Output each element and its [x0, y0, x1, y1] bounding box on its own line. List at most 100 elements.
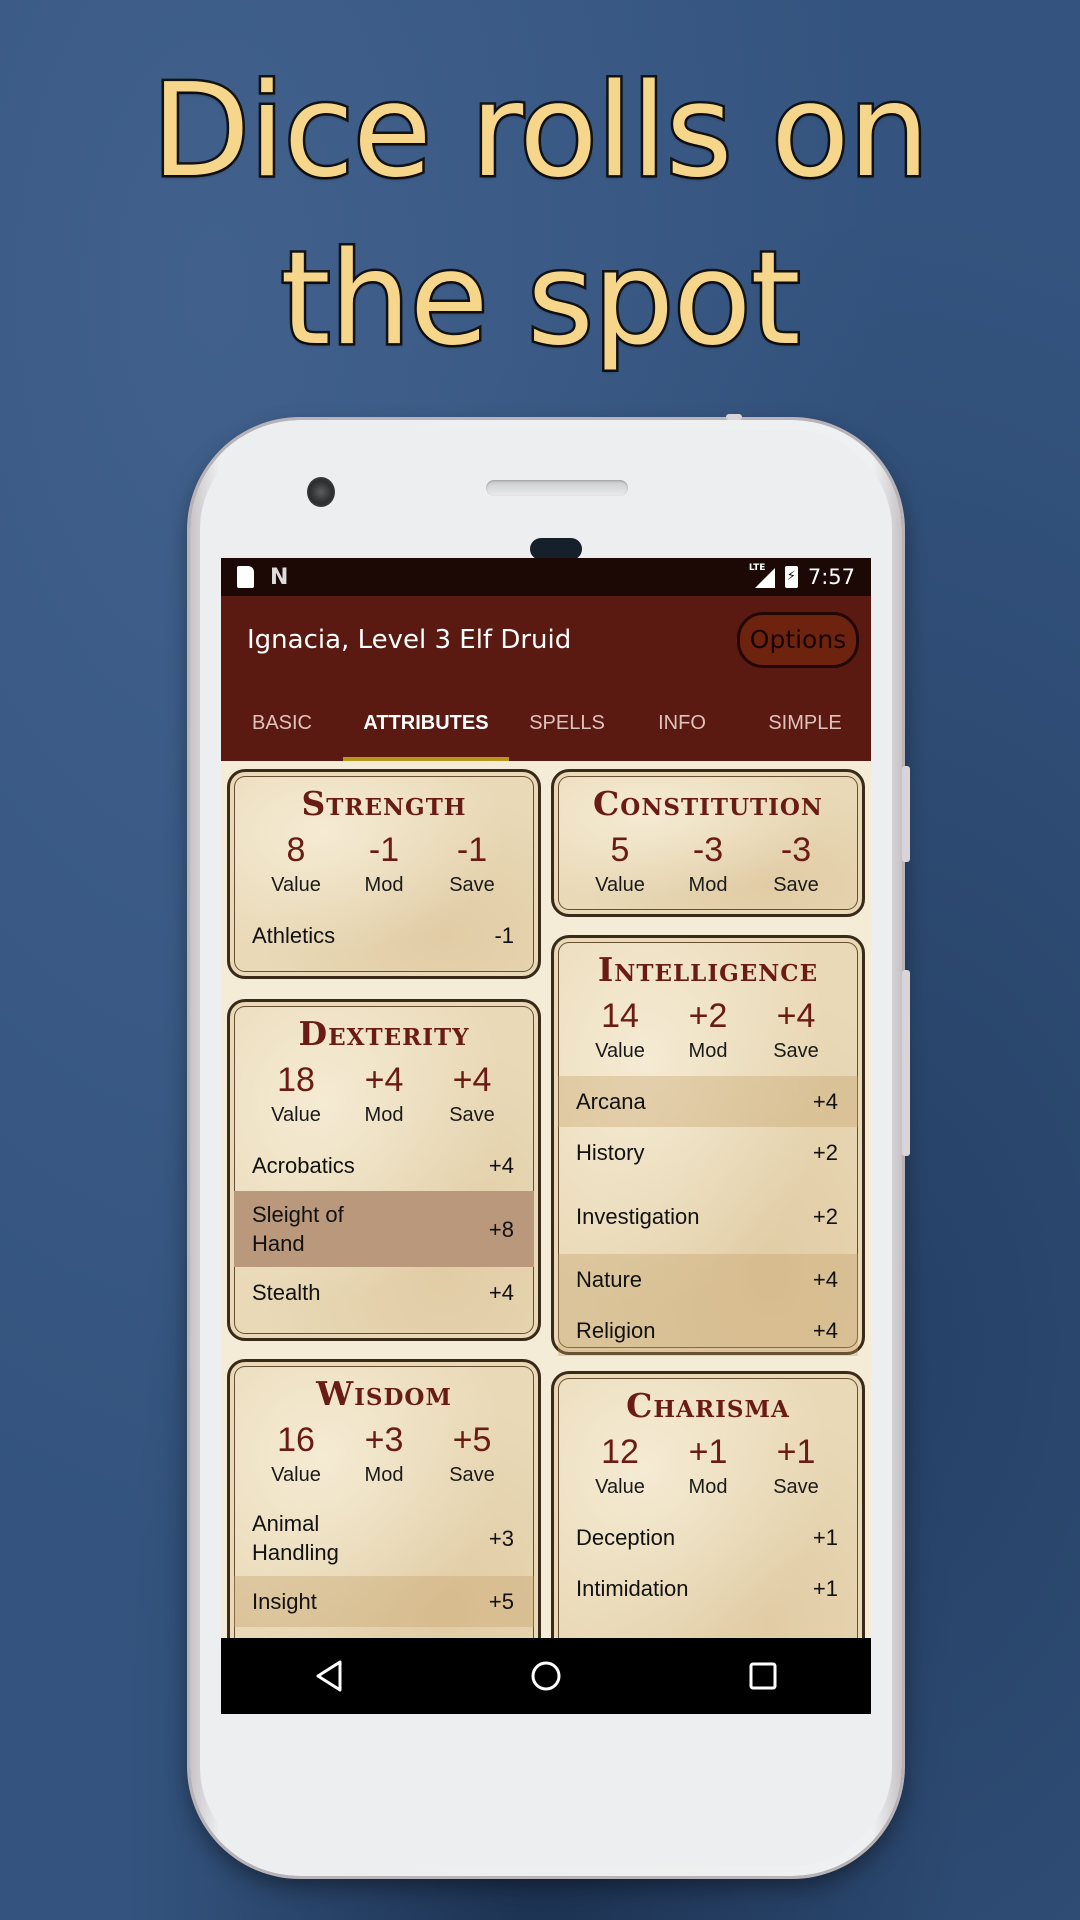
stat-mod-label: Mod [688, 1476, 728, 1498]
stat-value[interactable]: 14 Value [580, 996, 660, 1066]
stat-value[interactable]: 8 Value [256, 830, 336, 900]
stat-value-number: 8 [286, 831, 306, 869]
back-button[interactable] [299, 1651, 359, 1701]
stat-value-label: Value [271, 1464, 321, 1486]
skill-row[interactable]: Athletics -1 [234, 910, 534, 961]
skill-row[interactable]: Deception +1 [558, 1512, 858, 1563]
attribute-card-wisdom[interactable]: Wisdom 16 Value +3 Mod +5 Save Animal Handling +… [227, 1359, 541, 1679]
stat-mod[interactable]: +3 Mod [344, 1420, 424, 1490]
options-button[interactable]: Options [737, 612, 859, 668]
skill-row[interactable]: Acrobatics +4 [234, 1140, 534, 1191]
attribute-stats: 18 Value +4 Mod +4 Save [230, 1060, 538, 1130]
skill-name: Athletics [252, 923, 336, 948]
stat-value[interactable]: 16 Value [256, 1420, 336, 1490]
tab-simple[interactable]: SIMPLE [739, 691, 871, 761]
skill-bonus: +4 [812, 1318, 838, 1343]
stat-save-number: +4 [452, 1061, 492, 1099]
stat-mod-number: +2 [688, 997, 728, 1035]
stat-value-label: Value [271, 874, 321, 896]
stat-save[interactable]: +4 Save [756, 996, 836, 1066]
lte-signal-icon: LTE [749, 563, 775, 588]
tab-spells[interactable]: SPELLS [509, 691, 625, 761]
stat-value-label: Value [595, 874, 645, 896]
skill-bonus: +3 [488, 1525, 514, 1551]
battery-charging-icon: ⚡ [784, 566, 798, 588]
skill-row[interactable]: Sleight of Hand +8 [234, 1191, 534, 1267]
stat-save[interactable]: -3 Save [756, 830, 836, 900]
skill-name: Religion [576, 1318, 656, 1343]
stat-save-label: Save [449, 874, 495, 896]
skill-row[interactable]: Intimidation +1 [558, 1563, 858, 1614]
skill-list: Deception +1 Intimidation +1 [554, 1512, 862, 1614]
stat-save-label: Save [773, 1040, 819, 1062]
attribute-card-dexterity[interactable]: Dexterity 18 Value +4 Mod +4 Save Acrobatics +4 S… [227, 999, 541, 1341]
stat-save-number: -1 [456, 831, 488, 869]
stat-mod[interactable]: +4 Mod [344, 1060, 424, 1130]
promo-headline: Dice rolls on the spot [0, 48, 1080, 384]
skill-list: Animal Handling +3 Insight +5 [230, 1500, 538, 1627]
front-camera [307, 477, 335, 507]
skill-row[interactable]: Investigation +2 [558, 1178, 858, 1254]
skill-row[interactable]: Stealth +4 [234, 1267, 534, 1318]
stat-mod[interactable]: +1 Mod [668, 1432, 748, 1502]
skill-row[interactable]: Nature +4 [558, 1254, 858, 1305]
recents-button[interactable] [733, 1651, 793, 1701]
attribute-stats: 8 Value -1 Mod -1 Save [230, 830, 538, 900]
tab-info[interactable]: INFO [625, 691, 739, 761]
skill-bonus: +4 [488, 1153, 514, 1178]
skill-bonus: +1 [812, 1576, 838, 1601]
home-button[interactable] [516, 1651, 576, 1701]
stat-mod[interactable]: -3 Mod [668, 830, 748, 900]
status-time: 7:57 [807, 565, 855, 589]
skill-list: Athletics -1 [230, 910, 538, 961]
attribute-card-intelligence[interactable]: Intelligence 14 Value +2 Mod +4 Save Arcana +4 Hi… [551, 935, 865, 1356]
stat-value-label: Value [595, 1040, 645, 1062]
skill-bonus: -1 [494, 923, 514, 948]
skill-row[interactable]: Religion +4 [558, 1305, 858, 1356]
stat-value[interactable]: 12 Value [580, 1432, 660, 1502]
stat-value-number: 18 [277, 1061, 315, 1099]
tab-attributes[interactable]: ATTRIBUTES [343, 691, 509, 761]
attribute-card-strength[interactable]: Strength 8 Value -1 Mod -1 Save Athletics -1 [227, 769, 541, 979]
attribute-card-constitution[interactable]: Constitution 5 Value -3 Mod -3 Save [551, 769, 865, 917]
attribute-stats: 14 Value +2 Mod +4 Save [554, 996, 862, 1066]
skill-row[interactable]: History +2 [558, 1127, 858, 1178]
stat-save[interactable]: +4 Save [432, 1060, 512, 1130]
sd-card-icon [237, 566, 254, 588]
stat-mod-label: Mod [364, 1104, 404, 1126]
stat-save[interactable]: -1 Save [432, 830, 512, 900]
attribute-name: Charisma [626, 1386, 790, 1425]
skill-name: Deception [576, 1525, 676, 1550]
stat-save-number: -3 [780, 831, 812, 869]
skill-name: Arcana [576, 1089, 646, 1114]
skill-bonus: +2 [812, 1140, 838, 1165]
stat-mod[interactable]: -1 Mod [344, 830, 424, 900]
stat-mod[interactable]: +2 Mod [668, 996, 748, 1066]
n-notification-icon: N [270, 564, 289, 590]
proximity-sensor [530, 538, 582, 560]
skill-list: Arcana +4 History +2 Investigation +2 Nature +4… [554, 1076, 862, 1356]
attribute-name: Dexterity [298, 1014, 470, 1053]
stat-value-number: 5 [610, 831, 630, 869]
stat-save[interactable]: +5 Save [432, 1420, 512, 1490]
skill-bonus: +4 [812, 1089, 838, 1114]
tab-basic[interactable]: BASIC [221, 691, 343, 761]
stat-save-number: +4 [776, 997, 816, 1035]
stat-save[interactable]: +1 Save [756, 1432, 836, 1502]
phone-volume-button [902, 970, 910, 1156]
tab-bar: BASIC ATTRIBUTES SPELLS INFO SIMPLE [221, 691, 871, 761]
skill-row[interactable]: Arcana +4 [558, 1076, 858, 1127]
stat-value-number: 16 [277, 1421, 315, 1459]
skill-row[interactable]: Animal Handling +3 [234, 1500, 534, 1576]
skill-name: Investigation [576, 1203, 700, 1229]
headline-line-2: the spot [278, 223, 803, 377]
skill-row[interactable]: Insight +5 [234, 1576, 534, 1627]
stat-value[interactable]: 5 Value [580, 830, 660, 900]
headline-line-1: Dice rolls on [149, 55, 932, 209]
stat-save-label: Save [449, 1104, 495, 1126]
skill-name: Sleight of Hand [252, 1202, 344, 1256]
attribute-stats: 16 Value +3 Mod +5 Save [230, 1420, 538, 1490]
recents-icon [749, 1662, 777, 1690]
stat-mod-number: +3 [364, 1421, 404, 1459]
stat-value[interactable]: 18 Value [256, 1060, 336, 1130]
